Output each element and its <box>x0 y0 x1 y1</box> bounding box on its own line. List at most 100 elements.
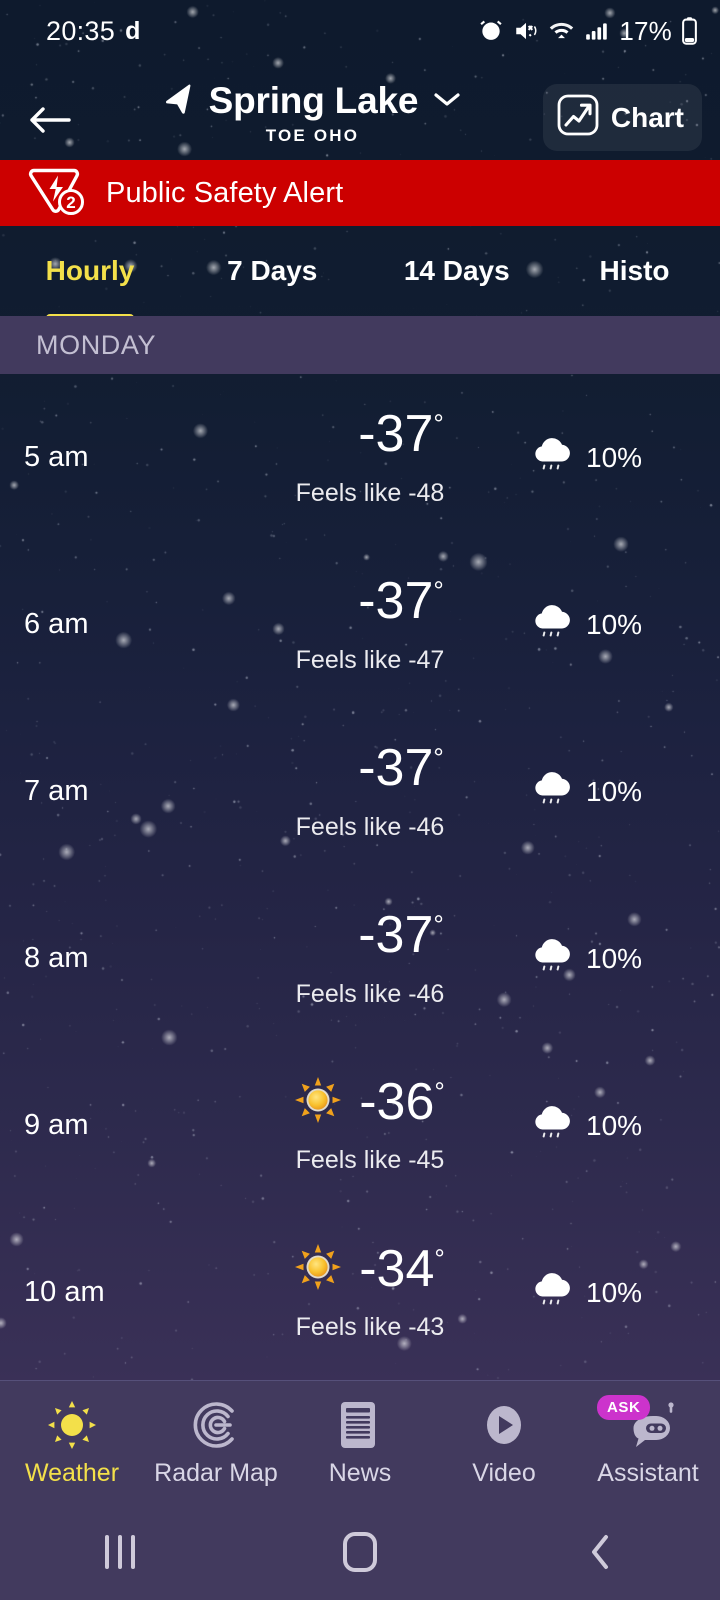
recent-apps-icon[interactable] <box>0 1535 240 1569</box>
hourly-row-feels-like: Feels like -45 <box>295 1146 445 1174</box>
moon-icon <box>296 909 340 962</box>
nav-item-weather[interactable]: Weather <box>0 1381 144 1504</box>
hourly-row-temperature: -37° <box>358 405 444 463</box>
chart-button-label: Chart <box>610 101 684 133</box>
hourly-row-temp-line: -34° <box>295 1243 445 1295</box>
hourly-row-temperature: -37° <box>358 739 444 797</box>
back-chevron-icon[interactable] <box>480 1532 720 1572</box>
hourly-row-temp-line: -37° <box>296 742 444 795</box>
location-title-group[interactable]: Spring Lake TOE OHO <box>82 80 543 146</box>
rain-cloud-icon <box>530 600 574 649</box>
status-time: 20:35 <box>46 15 116 46</box>
location-subtitle: TOE OHO <box>265 126 360 145</box>
chart-trend-icon <box>557 94 599 141</box>
alarm-icon <box>478 18 504 44</box>
hourly-row-precip: 10% <box>530 767 720 816</box>
hourly-row-center: -37° Feels like -46 <box>210 742 530 842</box>
battery-percent: 17% <box>619 15 672 46</box>
hourly-row-precip-value: 10% <box>586 942 643 974</box>
hourly-row-center: -36° Feels like -45 <box>210 1076 530 1175</box>
hourly-row-temp-line: -37° <box>296 575 444 628</box>
dnd-icon: d <box>125 16 141 45</box>
nav-item-video-label: Video <box>472 1459 536 1487</box>
hourly-row-feels-like: Feels like -48 <box>295 478 445 507</box>
hourly-row[interactable]: 9 am -36° Feels like -45 10% <box>0 1042 720 1209</box>
nav-item-news[interactable]: News <box>288 1381 432 1504</box>
moon-icon <box>296 742 340 795</box>
tab-history[interactable]: Histo <box>549 226 720 316</box>
tab-14-days-label: 14 Days <box>403 255 510 286</box>
sun-icon <box>295 1076 342 1128</box>
tab-history-label: Histo <box>599 255 670 286</box>
hourly-row-temperature: -37° <box>358 572 444 630</box>
day-header-label: MONDAY <box>36 329 157 360</box>
hourly-forecast-list: 5 am -37° Feels like -48 10% 6 am -37° Feels l… <box>0 374 720 1376</box>
hourly-row[interactable]: 7 am -37° Feels like -46 10% <box>0 708 720 875</box>
status-bar-right: 17% <box>478 16 698 47</box>
hourly-row-precip-value: 10% <box>586 608 643 640</box>
hourly-row-feels-like: Feels like -47 <box>295 645 445 674</box>
navigation-arrow-icon <box>163 83 195 120</box>
moon-icon <box>296 408 340 461</box>
status-bar: 20:35 d 17% <box>0 0 720 62</box>
tab-14-days[interactable]: 14 Days <box>365 226 550 316</box>
chart-button[interactable]: Chart <box>542 84 702 151</box>
hourly-row-center: -37° Feels like -47 <box>210 575 530 675</box>
hourly-row-temp-line: -37° <box>296 909 444 962</box>
play-circle-icon <box>478 1397 530 1453</box>
rain-cloud-icon <box>530 433 574 482</box>
hourly-row-center: -34° Feels like -43 <box>210 1243 530 1342</box>
nav-item-assistant[interactable]: ASK Assistant <box>576 1381 720 1504</box>
hourly-row[interactable]: 10 am -34° Feels like -43 10% <box>0 1209 720 1376</box>
moon-icon <box>296 575 340 628</box>
hourly-row[interactable]: 5 am -37° Feels like -48 10% <box>0 374 720 541</box>
tab-hourly[interactable]: Hourly <box>0 226 180 316</box>
hourly-row-precip: 10% <box>530 433 720 482</box>
hourly-row-precip: 10% <box>530 934 720 983</box>
nav-item-assistant-label: Assistant <box>597 1459 699 1487</box>
assistant-ask-badge: ASK <box>597 1395 651 1420</box>
tab-hourly-label: Hourly <box>45 255 135 286</box>
app-header: Spring Lake TOE OHO Chart <box>0 62 720 160</box>
robot-icon: ASK <box>597 1395 685 1453</box>
hourly-row-temperature: -36° <box>359 1073 445 1131</box>
hourly-row-precip: 10% <box>530 600 720 649</box>
hourly-row-temperature: -34° <box>359 1240 445 1298</box>
public-safety-alert-banner[interactable]: 2 Public Safety Alert <box>0 160 720 226</box>
rain-cloud-icon <box>530 1268 574 1317</box>
back-arrow-icon <box>30 107 71 133</box>
rain-cloud-icon <box>530 934 574 983</box>
hourly-row-center: -37° Feels like -46 <box>210 909 530 1009</box>
hourly-row-precip-value: 10% <box>586 1276 643 1308</box>
hourly-row-temperature: -37° <box>358 906 444 964</box>
hourly-row-precip-value: 10% <box>586 1109 643 1141</box>
hourly-row-feels-like: Feels like -46 <box>295 979 445 1008</box>
back-button[interactable] <box>18 88 82 152</box>
hourly-row-precip: 10% <box>530 1101 720 1150</box>
nav-item-radar-map-label: Radar Map <box>154 1459 278 1487</box>
home-icon[interactable] <box>240 1532 480 1572</box>
sun-icon <box>46 1397 98 1453</box>
rain-cloud-icon <box>530 1101 574 1150</box>
rain-cloud-icon <box>530 767 574 816</box>
nav-item-video[interactable]: Video <box>432 1381 576 1504</box>
location-title-row[interactable]: Spring Lake <box>163 80 463 122</box>
hourly-row[interactable]: 6 am -37° Feels like -47 10% <box>0 541 720 708</box>
tab-7-days-label: 7 Days <box>227 255 318 286</box>
radar-icon <box>190 1397 242 1453</box>
hourly-row-feels-like: Feels like -46 <box>295 812 445 841</box>
alert-text: Public Safety Alert <box>106 176 344 209</box>
forecast-tabs: Hourly 7 Days 14 Days Histo <box>0 226 720 316</box>
battery-icon <box>681 17 698 45</box>
chevron-down-icon[interactable] <box>432 89 462 114</box>
page-title: Spring Lake <box>208 80 419 121</box>
sun-icon <box>295 1243 342 1295</box>
day-header: MONDAY <box>0 316 720 374</box>
status-bar-left: 20:35 d <box>46 16 140 47</box>
tab-7-days[interactable]: 7 Days <box>180 226 365 316</box>
cellular-signal-icon <box>584 18 610 44</box>
nav-item-weather-label: Weather <box>24 1459 120 1487</box>
nav-item-radar-map[interactable]: Radar Map <box>144 1381 288 1504</box>
hourly-row[interactable]: 8 am -37° Feels like -46 10% <box>0 875 720 1042</box>
news-document-icon <box>336 1397 384 1453</box>
